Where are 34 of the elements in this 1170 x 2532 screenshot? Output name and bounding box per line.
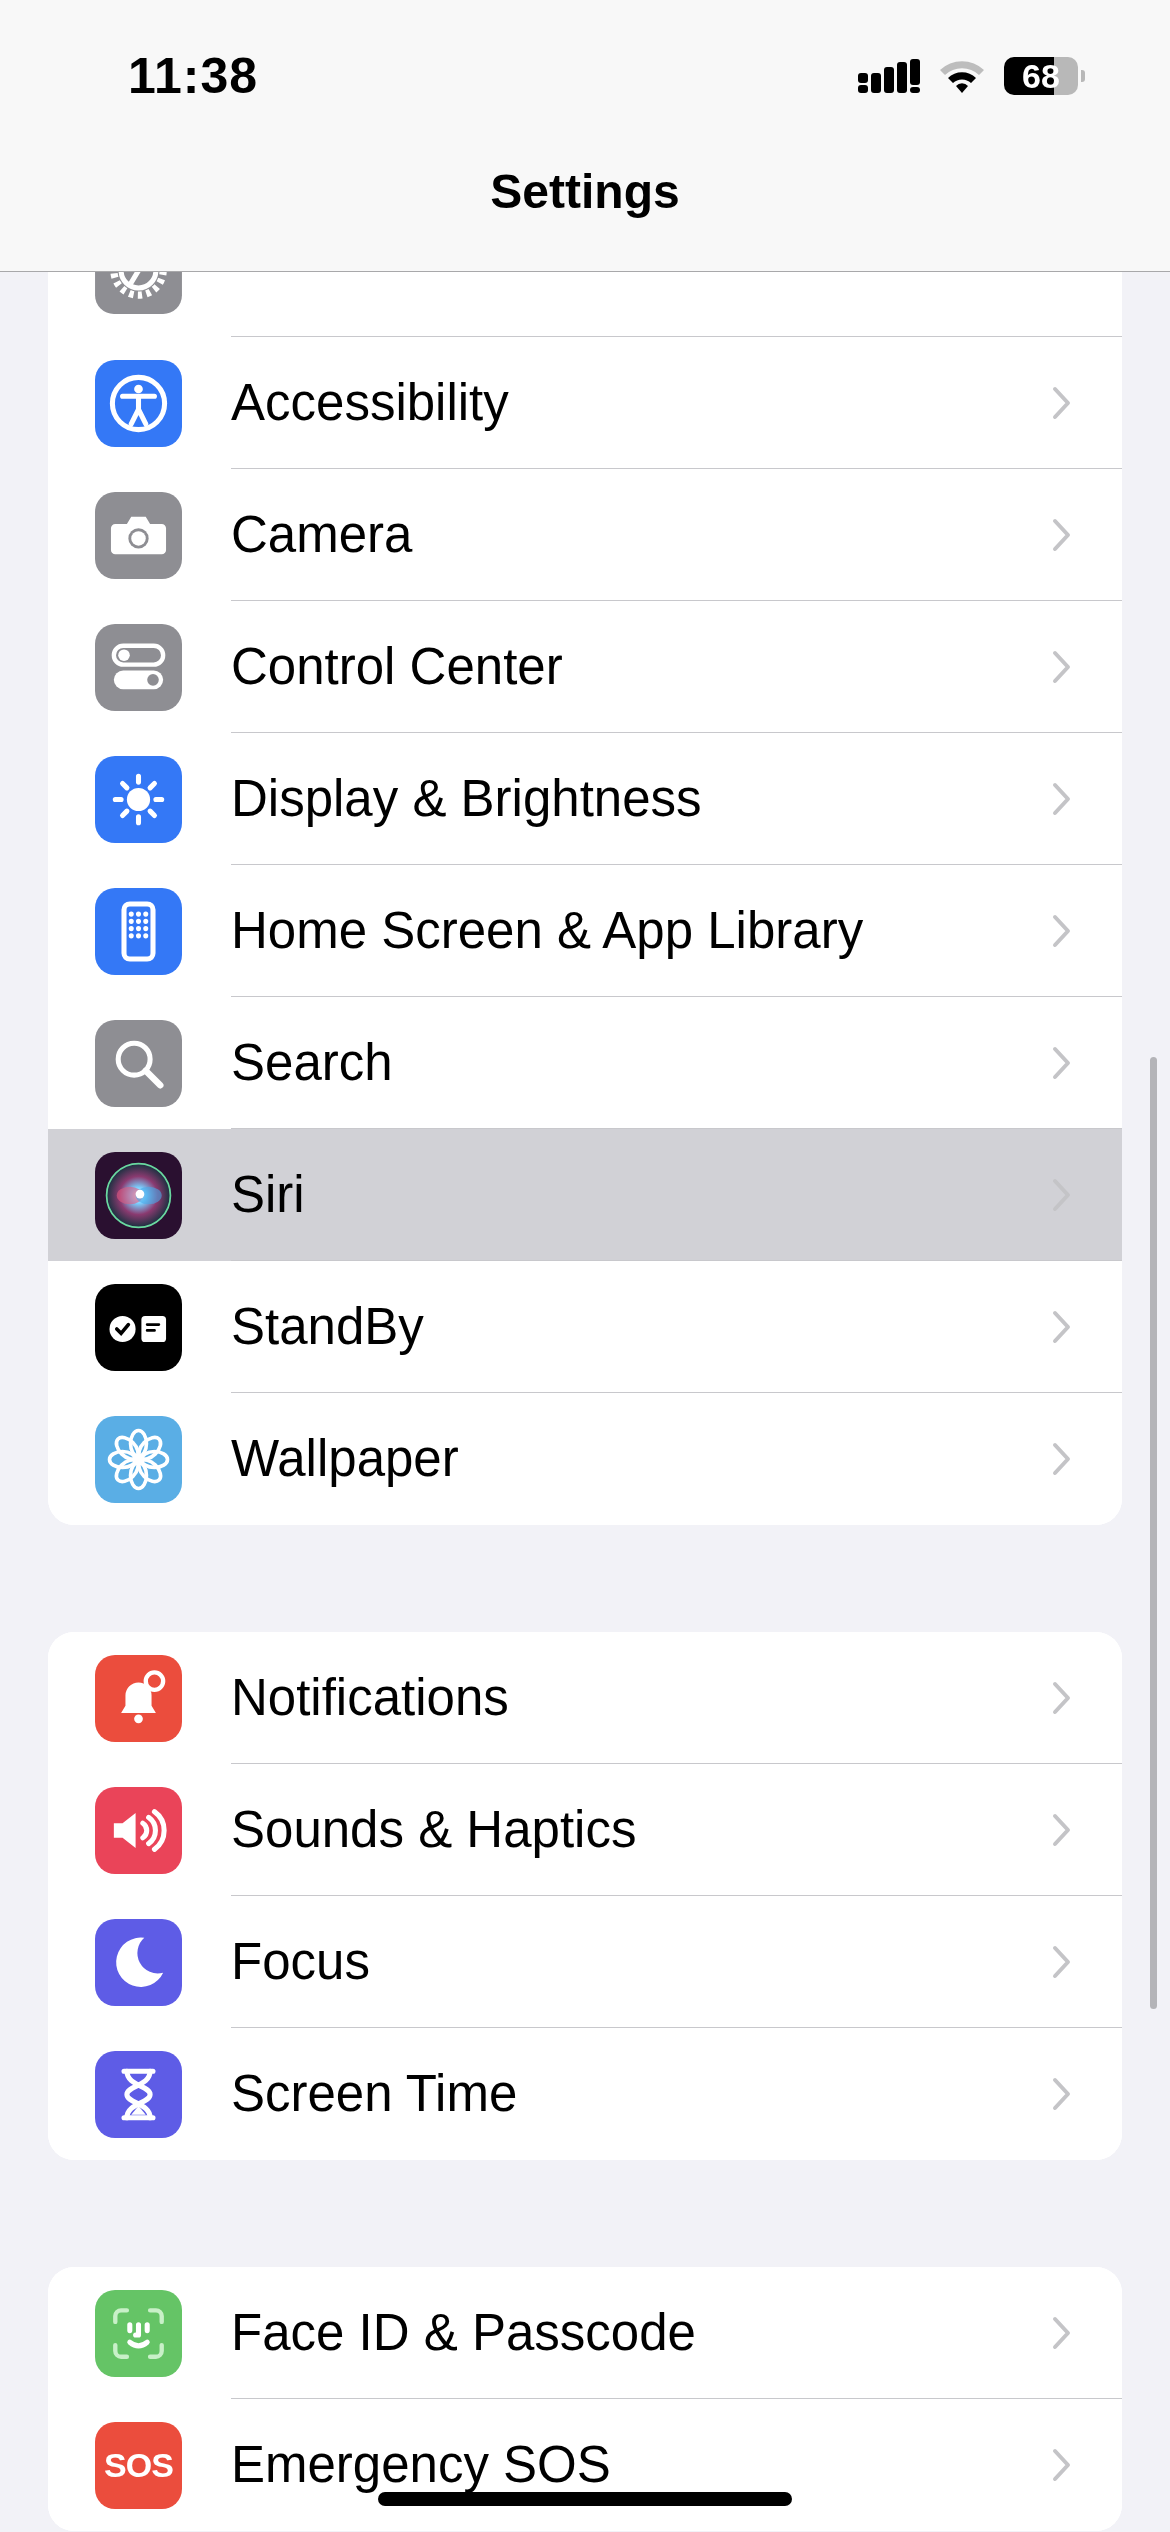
- clock-time: 11:38: [128, 47, 259, 105]
- sun-icon: [95, 755, 182, 843]
- page-title: Settings: [489, 164, 681, 219]
- flower-icon: [95, 1415, 182, 1503]
- hourglass-icon: [95, 2050, 182, 2138]
- search-icon: [95, 1019, 182, 1107]
- speaker-icon: [95, 1786, 182, 1874]
- orb-icon: [95, 1151, 182, 1239]
- chevron-icon: [1052, 1045, 1072, 1080]
- face-scan-icon: [95, 2289, 182, 2377]
- chevron-icon: [1052, 1309, 1072, 1344]
- chevron-icon: [1052, 2315, 1072, 2350]
- chevron-icon: [1052, 517, 1072, 552]
- signal-icon: [858, 59, 920, 93]
- chevron-icon: [1052, 385, 1072, 420]
- chevron-icon: [1052, 1944, 1072, 1979]
- chevron-icon: [1052, 649, 1072, 684]
- moon-icon: [95, 1918, 182, 2006]
- phone-icon: [95, 887, 182, 975]
- camera-icon: [95, 491, 182, 579]
- chevron-icon: [1052, 1812, 1072, 1847]
- accessibility-icon: [95, 359, 182, 447]
- chevron-icon: [1052, 1441, 1072, 1476]
- chevron-icon: [1052, 781, 1072, 816]
- chevron-icon: [1052, 913, 1072, 948]
- bell-icon: [95, 1654, 182, 1742]
- clock-card-icon: [95, 1283, 182, 1371]
- chevron-icon: [1052, 2076, 1072, 2111]
- settings-row[interactable]: Siri: [48, 1129, 1122, 1261]
- chevron-icon: [1052, 1680, 1072, 1715]
- chevron-icon: [1052, 2447, 1072, 2482]
- wifi-icon: [938, 58, 986, 94]
- sos-icon: SOS: [95, 2421, 182, 2509]
- toggles-icon: [95, 623, 182, 711]
